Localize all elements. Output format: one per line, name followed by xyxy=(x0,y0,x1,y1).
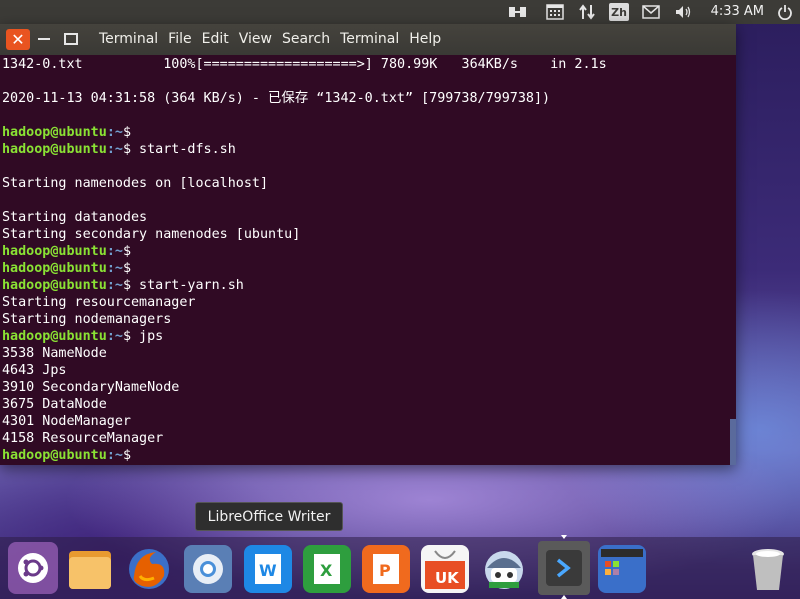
prompt-path: :~ xyxy=(106,448,123,463)
menu-file[interactable]: File xyxy=(168,31,191,47)
terminal-output-line: 3910 SecondaryNameNode xyxy=(2,380,180,395)
terminal-window[interactable]: ✕ Terminal File Edit View Search Termina… xyxy=(0,24,736,465)
prompt-symbol: $ xyxy=(122,278,131,293)
menu-help[interactable]: Help xyxy=(409,31,441,47)
prompt-user: hadoop@ubuntu xyxy=(2,278,107,293)
terminal-output-line: Starting secondary namenodes [ubuntu] xyxy=(2,227,301,242)
terminal-title-bar[interactable]: ✕ Terminal File Edit View Search Termina… xyxy=(0,24,736,55)
firefox-icon[interactable] xyxy=(125,545,173,593)
volume-icon[interactable] xyxy=(673,3,695,21)
scrollbar[interactable] xyxy=(730,419,736,465)
terminal-output-line: 4643 Jps xyxy=(2,363,67,378)
libreoffice-calc-icon[interactable]: X xyxy=(303,545,351,593)
terminal-output-line: Starting resourcemanager xyxy=(2,295,196,310)
terminal-output-line: Starting datanodes xyxy=(2,210,148,225)
top-panel: Zh 4:33 AM xyxy=(0,0,800,24)
power-icon[interactable] xyxy=(776,3,794,21)
prompt-symbol: $ xyxy=(122,261,131,276)
libreoffice-writer-icon[interactable]: W xyxy=(244,545,292,593)
terminal-prompt-line: hadoop@ubuntu:~$ xyxy=(0,243,736,260)
terminal-prompt-line: hadoop@ubuntu:~$ xyxy=(0,260,736,277)
software-updater-icon[interactable] xyxy=(480,545,528,593)
terminal-output-line: 2020-11-13 04:31:58 (364 KB/s) - 已保存 “13… xyxy=(2,91,551,106)
terminal-output-line: 3538 NameNode xyxy=(2,346,107,361)
menu-view[interactable]: View xyxy=(239,31,272,47)
svg-text:W: W xyxy=(259,561,277,580)
updown-arrows-icon[interactable] xyxy=(576,3,598,21)
close-icon: ✕ xyxy=(11,30,25,49)
terminal-prompt-line: hadoop@ubuntu:~$ start-yarn.sh xyxy=(0,277,736,294)
prompt-path: :~ xyxy=(106,244,123,259)
prompt-symbol: $ xyxy=(122,142,131,157)
prompt-path: :~ xyxy=(106,278,123,293)
terminal-output[interactable]: 1342-0.txt 100%[===================>] 78… xyxy=(0,55,736,466)
language-indicator[interactable]: Zh xyxy=(609,3,629,21)
files-folder-icon[interactable] xyxy=(66,545,114,593)
prompt-symbol: $ xyxy=(122,125,131,140)
terminal-output-line: Starting nodemanagers xyxy=(2,312,172,327)
trash-icon[interactable] xyxy=(744,545,792,593)
mail-icon[interactable] xyxy=(640,3,662,21)
active-indicator xyxy=(561,595,567,599)
terminal-output-line: 1342-0.txt 100%[===================>] 78… xyxy=(2,57,607,72)
prompt-path: :~ xyxy=(106,329,123,344)
ubuntu-software-icon[interactable]: UK xyxy=(421,545,469,593)
clock[interactable]: 4:33 AM xyxy=(711,4,764,19)
prompt-path: :~ xyxy=(106,125,123,140)
menu-search[interactable]: Search xyxy=(282,31,330,47)
menu-terminal[interactable]: Terminal xyxy=(340,31,399,47)
terminal-icon[interactable] xyxy=(538,541,590,595)
svg-text:P: P xyxy=(379,561,391,580)
prompt-user: hadoop@ubuntu xyxy=(2,329,107,344)
menu-terminal-app[interactable]: Terminal xyxy=(99,31,158,47)
workspace-switcher-icon[interactable] xyxy=(598,545,646,593)
calendar-icon[interactable] xyxy=(544,3,566,21)
menu-edit[interactable]: Edit xyxy=(202,31,229,47)
prompt-user: hadoop@ubuntu xyxy=(2,125,107,140)
chromium-icon[interactable] xyxy=(184,545,232,593)
svg-text:X: X xyxy=(320,561,333,580)
terminal-prompt-line: hadoop@ubuntu:~$ jps xyxy=(0,328,736,345)
terminal-output-line: Starting namenodes on [localhost] xyxy=(2,176,269,191)
terminal-prompt-line: hadoop@ubuntu:~$ xyxy=(0,447,736,464)
close-button[interactable]: ✕ xyxy=(6,29,30,50)
libreoffice-impress-icon[interactable]: P xyxy=(362,545,410,593)
prompt-path: :~ xyxy=(106,261,123,276)
prompt-symbol: $ xyxy=(122,448,131,463)
ubuntu-dash-icon[interactable] xyxy=(8,542,58,594)
prompt-symbol: $ xyxy=(122,244,131,259)
prompt-symbol: $ xyxy=(122,329,131,344)
terminal-output-line: 4301 NodeManager xyxy=(2,414,131,429)
prompt-user: hadoop@ubuntu xyxy=(2,244,107,259)
prompt-user: hadoop@ubuntu xyxy=(2,261,107,276)
prompt-command: start-yarn.sh xyxy=(131,278,244,293)
prompt-user: hadoop@ubuntu xyxy=(2,448,107,463)
terminal-output-line: 4158 ResourceManager xyxy=(2,431,164,446)
maximize-button[interactable] xyxy=(64,33,78,45)
active-indicator xyxy=(561,535,567,539)
software-label: UK xyxy=(435,569,460,587)
prompt-user: hadoop@ubuntu xyxy=(2,142,107,157)
menu-bar: Terminal File Edit View Search Terminal … xyxy=(99,31,451,47)
prompt-path: :~ xyxy=(106,142,123,157)
prompt-command: start-dfs.sh xyxy=(131,142,236,157)
terminal-prompt-line: hadoop@ubuntu:~$ start-dfs.sh xyxy=(0,141,736,158)
dock-tooltip: LibreOffice Writer xyxy=(195,502,343,531)
network-transfer-icon[interactable] xyxy=(507,3,529,21)
terminal-output-line: 3675 DataNode xyxy=(2,397,107,412)
minimize-button[interactable] xyxy=(38,38,50,40)
prompt-command: jps xyxy=(131,329,164,344)
terminal-prompt-line: hadoop@ubuntu:~$ xyxy=(0,124,736,141)
